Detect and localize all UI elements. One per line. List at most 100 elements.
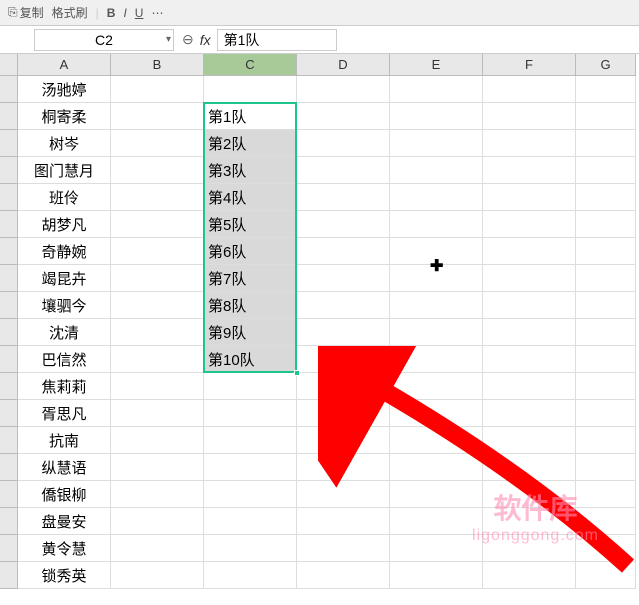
row-header[interactable] xyxy=(0,184,18,211)
cell[interactable] xyxy=(111,400,204,427)
cell[interactable] xyxy=(297,562,390,589)
name-box[interactable]: C2 ▾ xyxy=(34,29,174,51)
cell[interactable] xyxy=(576,76,636,103)
cell[interactable] xyxy=(297,535,390,562)
cell[interactable]: 焦莉莉 xyxy=(18,373,111,400)
cell[interactable]: 壤驷今 xyxy=(18,292,111,319)
cell[interactable] xyxy=(204,508,297,535)
row-header[interactable] xyxy=(0,562,18,589)
autofill-options-button[interactable]: ⊞ xyxy=(322,378,344,396)
cell[interactable] xyxy=(111,130,204,157)
cell[interactable]: 第6队 xyxy=(204,238,297,265)
cell[interactable]: 第7队 xyxy=(204,265,297,292)
cell[interactable]: 纵慧语 xyxy=(18,454,111,481)
cell[interactable] xyxy=(576,454,636,481)
cell[interactable] xyxy=(483,103,576,130)
row-header[interactable] xyxy=(0,76,18,103)
cell[interactable]: 第9队 xyxy=(204,319,297,346)
fx-icon[interactable]: fx xyxy=(200,32,211,48)
cell[interactable] xyxy=(297,265,390,292)
cell[interactable] xyxy=(483,535,576,562)
cell[interactable] xyxy=(111,157,204,184)
cell[interactable] xyxy=(483,238,576,265)
row-header[interactable] xyxy=(0,103,18,130)
cell[interactable] xyxy=(297,427,390,454)
cell[interactable] xyxy=(576,562,636,589)
row-header[interactable] xyxy=(0,481,18,508)
cell[interactable] xyxy=(576,238,636,265)
row-header[interactable] xyxy=(0,454,18,481)
more-icon[interactable]: ⋯ xyxy=(151,6,163,20)
cell[interactable]: 抗南 xyxy=(18,427,111,454)
cell[interactable] xyxy=(390,508,483,535)
cell[interactable] xyxy=(390,454,483,481)
cell[interactable] xyxy=(483,400,576,427)
cell[interactable] xyxy=(483,508,576,535)
cell[interactable] xyxy=(297,454,390,481)
row-header[interactable] xyxy=(0,346,18,373)
row-header[interactable] xyxy=(0,130,18,157)
cell[interactable] xyxy=(390,481,483,508)
cell[interactable] xyxy=(390,76,483,103)
cell[interactable] xyxy=(390,346,483,373)
cell[interactable] xyxy=(111,562,204,589)
cell[interactable]: 第8队 xyxy=(204,292,297,319)
cell[interactable] xyxy=(390,427,483,454)
cell[interactable] xyxy=(111,373,204,400)
cell[interactable] xyxy=(576,103,636,130)
cell[interactable] xyxy=(297,103,390,130)
cell[interactable] xyxy=(204,454,297,481)
cell[interactable]: 第4队 xyxy=(204,184,297,211)
cell[interactable] xyxy=(204,400,297,427)
row-header[interactable] xyxy=(0,157,18,184)
cell[interactable] xyxy=(111,481,204,508)
col-header-g[interactable]: G xyxy=(576,54,636,76)
cell[interactable]: 巴信然 xyxy=(18,346,111,373)
cell[interactable] xyxy=(483,292,576,319)
cell[interactable] xyxy=(297,211,390,238)
row-header[interactable] xyxy=(0,319,18,346)
cell[interactable] xyxy=(576,184,636,211)
cell[interactable] xyxy=(297,400,390,427)
cell[interactable] xyxy=(204,373,297,400)
cell[interactable] xyxy=(483,481,576,508)
cell[interactable] xyxy=(483,454,576,481)
cell[interactable] xyxy=(204,481,297,508)
cell[interactable] xyxy=(576,373,636,400)
cell[interactable] xyxy=(576,130,636,157)
cell[interactable] xyxy=(390,157,483,184)
cell[interactable] xyxy=(390,562,483,589)
cell[interactable] xyxy=(576,319,636,346)
cell[interactable] xyxy=(576,211,636,238)
col-header-c[interactable]: C xyxy=(204,54,297,76)
cell[interactable] xyxy=(297,238,390,265)
cell[interactable] xyxy=(483,562,576,589)
cell[interactable] xyxy=(111,103,204,130)
cell[interactable] xyxy=(576,346,636,373)
cell[interactable]: 桐寄柔 xyxy=(18,103,111,130)
format-painter-button[interactable]: 格式刷 xyxy=(52,4,88,21)
cell[interactable] xyxy=(390,319,483,346)
cell[interactable] xyxy=(297,319,390,346)
cell[interactable] xyxy=(390,238,483,265)
cell[interactable] xyxy=(111,319,204,346)
cell[interactable] xyxy=(483,76,576,103)
cell[interactable] xyxy=(483,346,576,373)
cell[interactable] xyxy=(297,346,390,373)
cell[interactable] xyxy=(390,373,483,400)
cell[interactable] xyxy=(111,427,204,454)
cell[interactable] xyxy=(111,211,204,238)
cell[interactable] xyxy=(483,265,576,292)
cell[interactable] xyxy=(297,76,390,103)
formula-input[interactable]: 第1队 xyxy=(217,29,337,51)
cell[interactable] xyxy=(390,535,483,562)
cell[interactable]: 竭昆卉 xyxy=(18,265,111,292)
row-header[interactable] xyxy=(0,373,18,400)
col-header-a[interactable]: A xyxy=(18,54,111,76)
copy-button[interactable]: ⎘ 复制 xyxy=(8,4,44,21)
cell[interactable]: 奇静婉 xyxy=(18,238,111,265)
fill-handle[interactable] xyxy=(294,370,300,376)
cell[interactable] xyxy=(483,211,576,238)
cell[interactable] xyxy=(111,292,204,319)
cell[interactable] xyxy=(390,130,483,157)
